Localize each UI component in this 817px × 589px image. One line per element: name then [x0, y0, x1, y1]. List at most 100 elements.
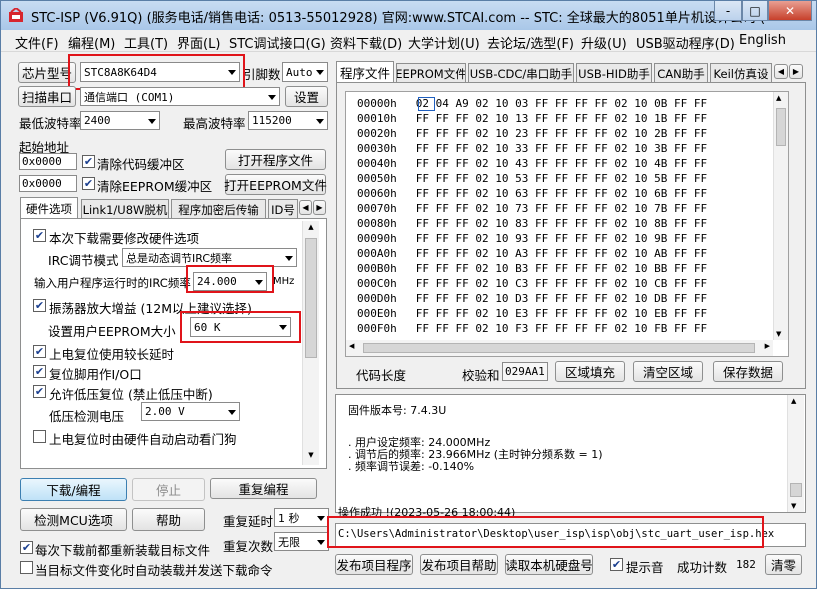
retry-delay-select[interactable]: 1 秒	[274, 508, 329, 527]
log-line: . 频率调节误差: -0.140%	[348, 460, 475, 473]
stop-button[interactable]: 停止	[132, 478, 205, 501]
tab-hardware-options[interactable]: 硬件选项	[20, 197, 78, 219]
menu-program[interactable]: 编程(M)	[68, 33, 115, 52]
tab-usb-cdc[interactable]: USB-CDC/串口助手	[468, 63, 574, 83]
tab-eeprom-file[interactable]: EEPROM文件	[396, 63, 466, 83]
scroll-thumb[interactable]	[305, 238, 317, 358]
right-tab-scroll-left[interactable]: ◀	[774, 64, 788, 79]
open-eeprom-file-button[interactable]: 打开EEPROM文件	[224, 174, 327, 195]
file-path-text: C:\Users\Administrator\Desktop\user_isp\…	[338, 528, 775, 540]
publish-program-button[interactable]: 发布项目程序	[335, 554, 413, 575]
hex-address: 00050h	[357, 172, 397, 185]
long-delay-checkbox[interactable]: ✔	[33, 345, 46, 358]
auto-send-checkbox[interactable]	[20, 561, 33, 574]
scroll-down-icon: ▼	[791, 502, 797, 510]
options-scrollbar[interactable]: ▲ ▼	[302, 221, 319, 465]
pin-count-select[interactable]: Auto	[282, 62, 328, 82]
max-baud-select[interactable]: 115200	[248, 111, 328, 130]
hex-bytes: FF FF FF 02 10 93 FF FF FF FF 02 10 9B F…	[415, 232, 708, 245]
tab-scroll-right[interactable]: ▶	[313, 200, 326, 215]
eeprom-size-select[interactable]: 60 K	[190, 317, 291, 337]
hex-row: 00070h FF FF FF 02 10 73 FF FF FF FF 02 1…	[357, 202, 707, 217]
menu-interface[interactable]: 界面(L)	[177, 33, 220, 52]
irc-mode-select[interactable]: 总是动态调节IRC频率	[122, 248, 297, 267]
tab-id[interactable]: ID号	[268, 199, 298, 219]
start-address-input-1[interactable]: 0x0000	[19, 153, 77, 170]
irc-freq-input[interactable]: 24.000	[193, 272, 267, 291]
publish-help-button[interactable]: 发布项目帮助	[420, 554, 498, 575]
start-address-input-2[interactable]: 0x0000	[19, 175, 77, 192]
tab-keil-sim[interactable]: Keil仿真设	[710, 63, 772, 83]
scroll-thumb[interactable]	[790, 483, 802, 497]
menu-english[interactable]: English	[739, 33, 786, 48]
maximize-button[interactable]: □	[742, 1, 768, 21]
save-data-button[interactable]: 保存数据	[713, 361, 783, 382]
log-scrollbar[interactable]: ▲ ▼	[787, 395, 804, 512]
menu-download[interactable]: 资料下载(D)	[330, 33, 402, 52]
right-tab-scroll-right[interactable]: ▶	[789, 64, 803, 79]
retry-count-label: 重复次数	[223, 539, 274, 554]
tab-link1[interactable]: Link1/U8W脱机	[81, 199, 169, 219]
clear-code-checkbox[interactable]: ✔	[82, 155, 95, 168]
tab-encrypt[interactable]: 程序加密后传输	[171, 199, 266, 219]
detect-mcu-button[interactable]: 检测MCU选项	[20, 508, 127, 531]
lvd-voltage-select[interactable]: 2.00 V	[141, 402, 240, 421]
osc-gain-checkbox[interactable]: ✔	[33, 299, 46, 312]
port-select[interactable]: 通信端口 (COM1)	[80, 87, 280, 106]
scroll-up-icon: ▲	[791, 397, 797, 405]
hex-address: 000D0h	[357, 292, 397, 305]
tab-can[interactable]: CAN助手	[654, 63, 708, 83]
clear-area-button[interactable]: 清空区域	[633, 361, 703, 382]
chip-model-select[interactable]: STC8A8K64D4	[80, 62, 240, 82]
read-disk-id-button[interactable]: 读取本机硬盘号	[505, 554, 593, 575]
sound-label: 提示音	[626, 560, 664, 575]
min-baud-select[interactable]: 2400	[80, 111, 160, 130]
tab-scroll-left[interactable]: ◀	[299, 200, 312, 215]
repeat-program-button[interactable]: 重复编程	[210, 478, 317, 499]
hscroll-thumb[interactable]	[363, 343, 755, 353]
area-fill-button[interactable]: 区域填充	[555, 361, 625, 382]
log-panel: 固件版本号: 7.4.3U. 用户设定频率: 24.000MHz. 调节后的频率…	[335, 394, 806, 519]
menu-usb-driver[interactable]: USB驱动程序(D)	[636, 33, 735, 52]
reset-io-label: 复位脚用作I/O口	[49, 367, 142, 382]
open-program-file-button[interactable]: 打开程序文件	[225, 149, 326, 170]
clear-count-button[interactable]: 清零	[765, 554, 802, 575]
hex-view[interactable]: 00000h 02 04 A9 02 10 03 FF FF FF FF 02 1…	[345, 91, 789, 357]
scroll-left-icon: ◀	[349, 342, 355, 350]
chevron-down-icon	[279, 325, 287, 330]
chevron-down-icon	[268, 94, 276, 100]
menu-tools[interactable]: 工具(T)	[124, 33, 168, 52]
hex-bytes: FF FF FF 02 10 73 FF FF FF FF 02 10 7B F…	[415, 202, 708, 215]
hex-address: 000A0h	[357, 247, 397, 260]
tab-usb-hid[interactable]: USB-HID助手	[576, 63, 652, 83]
menu-debug[interactable]: STC调试接口(G)	[229, 33, 326, 52]
hex-scrollbar[interactable]: ▲ ▼	[773, 92, 788, 340]
hex-hscrollbar[interactable]: ◀ ▶	[346, 340, 773, 356]
download-program-button[interactable]: 下载/编程	[20, 478, 127, 501]
lvd-reset-checkbox[interactable]: ✔	[33, 385, 46, 398]
chip-model-button[interactable]: 芯片型号	[18, 62, 76, 83]
clear-eeprom-checkbox[interactable]: ✔	[82, 177, 95, 190]
sound-checkbox[interactable]: ✔	[610, 558, 623, 571]
menu-file[interactable]: 文件(F)	[15, 33, 59, 52]
hex-bytes: FF FF FF 02 10 33 FF FF FF FF 02 10 3B F…	[415, 142, 708, 155]
hex-rows: 00000h 02 04 A9 02 10 03 FF FF FF FF 02 1…	[357, 97, 777, 347]
wdt-checkbox[interactable]	[33, 430, 46, 443]
hex-row: 00060h FF FF FF 02 10 63 FF FF FF FF 02 1…	[357, 187, 707, 202]
tab-program-file[interactable]: 程序文件	[336, 61, 394, 83]
settings-button[interactable]: 设置	[285, 86, 328, 107]
scan-port-button[interactable]: 扫描串口	[18, 86, 76, 107]
minimize-button[interactable]: -	[714, 1, 742, 21]
help-button[interactable]: 帮助	[132, 508, 205, 531]
close-button[interactable]: ✕	[768, 1, 812, 21]
reload-checkbox[interactable]: ✔	[20, 541, 33, 554]
title-bar: STC-ISP (V6.91Q) (服务电话/销售电话: 0513-550129…	[1, 1, 816, 30]
menu-forum[interactable]: 去论坛/选型(F)	[487, 33, 574, 52]
retry-count-select[interactable]: 无限	[274, 532, 329, 551]
menu-upgrade[interactable]: 升级(U)	[581, 33, 627, 52]
modify-hardware-checkbox[interactable]: ✔	[33, 229, 46, 242]
scroll-thumb[interactable]	[776, 108, 786, 146]
reset-io-checkbox[interactable]: ✔	[33, 365, 46, 378]
menu-university[interactable]: 大学计划(U)	[408, 33, 480, 52]
eeprom-size-label: 设置用户EEPROM大小	[48, 324, 176, 339]
